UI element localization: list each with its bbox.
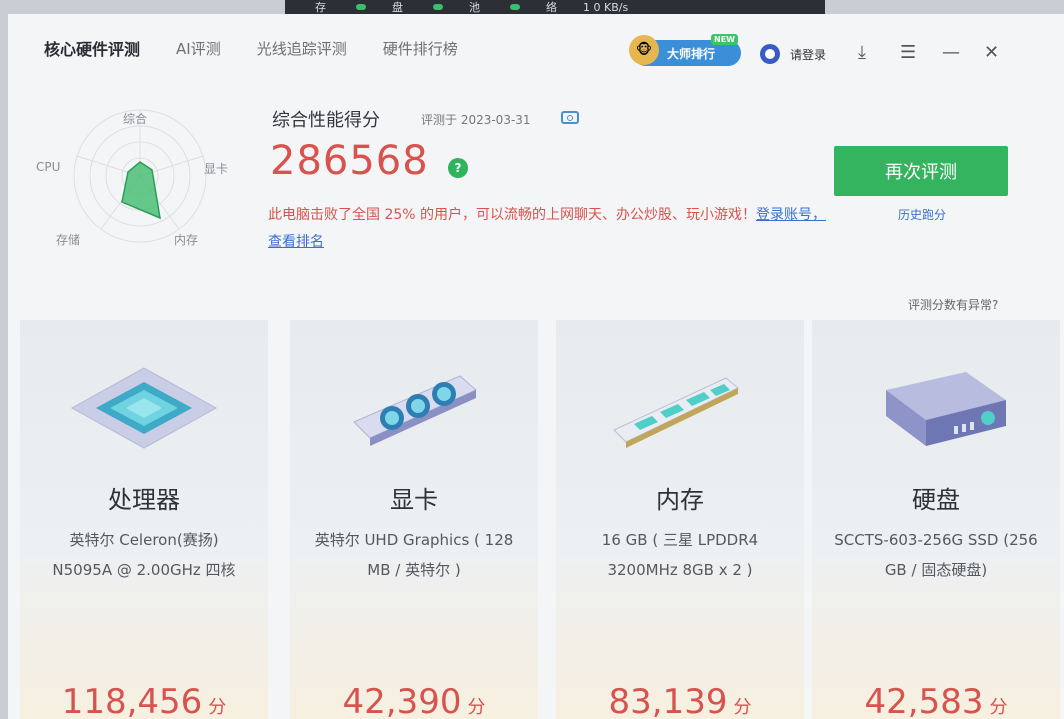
menu-icon[interactable]: ☰: [900, 42, 916, 63]
cpu-chip-icon: [64, 360, 224, 464]
score-value: 42,583: [864, 682, 984, 719]
download-icon[interactable]: ⤓: [858, 42, 866, 63]
graphics-card-icon: [334, 360, 494, 464]
disk-card[interactable]: 硬盘 SCCTS-603-256G SSD (256 GB / 固态硬盘) 42…: [812, 320, 1060, 719]
minimize-icon[interactable]: —: [942, 42, 960, 63]
card-title: 显卡: [390, 486, 438, 514]
score-value: 118,456: [61, 682, 203, 719]
score-unit: 分: [989, 697, 1008, 718]
radar-polygon: [121, 161, 161, 220]
card-title: 内存: [656, 486, 704, 514]
network-label: 络: [546, 1, 557, 14]
gpu-card[interactable]: 显卡 英特尔 UHD Graphics ( 128 MB / 英特尔 ) 42,…: [290, 320, 538, 719]
score-value: 42,390: [342, 682, 462, 719]
camera-icon[interactable]: [561, 111, 579, 124]
tab-hardware-ranking[interactable]: 硬件排行榜: [383, 38, 458, 59]
tab-ray-tracing[interactable]: 光线追踪评测: [257, 38, 347, 59]
new-badge: NEW: [711, 34, 738, 45]
card-detail: SCCTS-603-256G SSD (256 GB / 固态硬盘): [834, 531, 1038, 579]
score-unit: 分: [208, 697, 227, 718]
hard-drive-icon: [856, 360, 1016, 464]
status-item: 存: [315, 1, 326, 14]
score-unit: 分: [733, 697, 752, 718]
mascot-icon: 🐵: [629, 35, 659, 65]
user-icon: [760, 44, 780, 64]
score-value: 83,139: [608, 682, 728, 719]
radar-label-storage: 存储: [56, 233, 81, 247]
history-scores-link[interactable]: 历史跑分: [898, 206, 946, 223]
radar-label-cpu: CPU: [36, 160, 61, 174]
status-item: 盘: [392, 1, 403, 14]
score-anomaly-link[interactable]: 评测分数有异常?: [908, 296, 998, 313]
radar-label-gpu: 显卡: [204, 162, 229, 176]
retest-button[interactable]: 再次评测: [834, 146, 1008, 196]
system-status-strip: 存 盘 池 络 1 0 KB/s: [285, 0, 825, 14]
overall-score: 286568: [270, 138, 429, 184]
card-title: 处理器: [108, 486, 180, 514]
status-dot: [433, 4, 443, 10]
login-label: 请登录: [790, 47, 827, 62]
card-detail: 英特尔 Celeron(赛扬) N5095A @ 2.00GHz 四核: [52, 531, 236, 579]
overall-score-title: 综合性能得分: [272, 110, 380, 131]
radar-chart: [70, 106, 210, 246]
close-icon[interactable]: ✕: [984, 42, 999, 63]
card-score: 83,139 分: [556, 682, 804, 719]
radar-label-overall: 综合: [123, 112, 148, 126]
memory-stick-icon: [600, 360, 760, 464]
tab-ai[interactable]: AI评测: [176, 38, 221, 59]
score-description: 此电脑击败了全国 25% 的用户，可以流畅的上网聊天、办公炒股、玩小游戏！登录账…: [268, 202, 828, 256]
login-button[interactable]: 请登录: [760, 44, 826, 64]
title-bar: 核心硬件评测 AI评测 光线追踪评测 硬件排行榜 🐵 大师排行 NEW 请登录 …: [8, 14, 1064, 82]
card-title: 硬盘: [912, 486, 960, 514]
memory-card[interactable]: 内存 16 GB ( 三星 LPDDR4 3200MHz 8GB x 2 ) 8…: [556, 320, 804, 719]
card-score: 42,583 分: [812, 682, 1060, 719]
status-dot: [510, 4, 520, 10]
card-score: 118,456 分: [20, 682, 268, 719]
help-icon[interactable]: ?: [448, 158, 468, 178]
status-dot: [356, 4, 366, 10]
app-window: 核心硬件评测 AI评测 光线追踪评测 硬件排行榜 🐵 大师排行 NEW 请登录 …: [8, 14, 1064, 719]
rank-label: 大师排行: [667, 46, 716, 61]
description-text: 此电脑击败了全国 25% 的用户，可以流畅的上网聊天、办公炒股、玩小游戏！: [268, 207, 757, 223]
card-score: 42,390 分: [290, 682, 538, 719]
status-item: 池: [469, 1, 480, 14]
score-unit: 分: [467, 697, 486, 718]
network-speed: 1 0 KB/s: [583, 0, 629, 14]
card-detail: 16 GB ( 三星 LPDDR4 3200MHz 8GB x 2 ): [601, 531, 759, 579]
tab-core-hardware[interactable]: 核心硬件评测: [44, 36, 140, 60]
card-detail: 英特尔 UHD Graphics ( 128 MB / 英特尔 ): [314, 531, 514, 579]
radar-label-memory: 内存: [174, 233, 199, 247]
test-date: 评测于 2023-03-31: [421, 113, 531, 127]
cpu-card[interactable]: 处理器 英特尔 Celeron(赛扬) N5095A @ 2.00GHz 四核 …: [20, 320, 268, 719]
